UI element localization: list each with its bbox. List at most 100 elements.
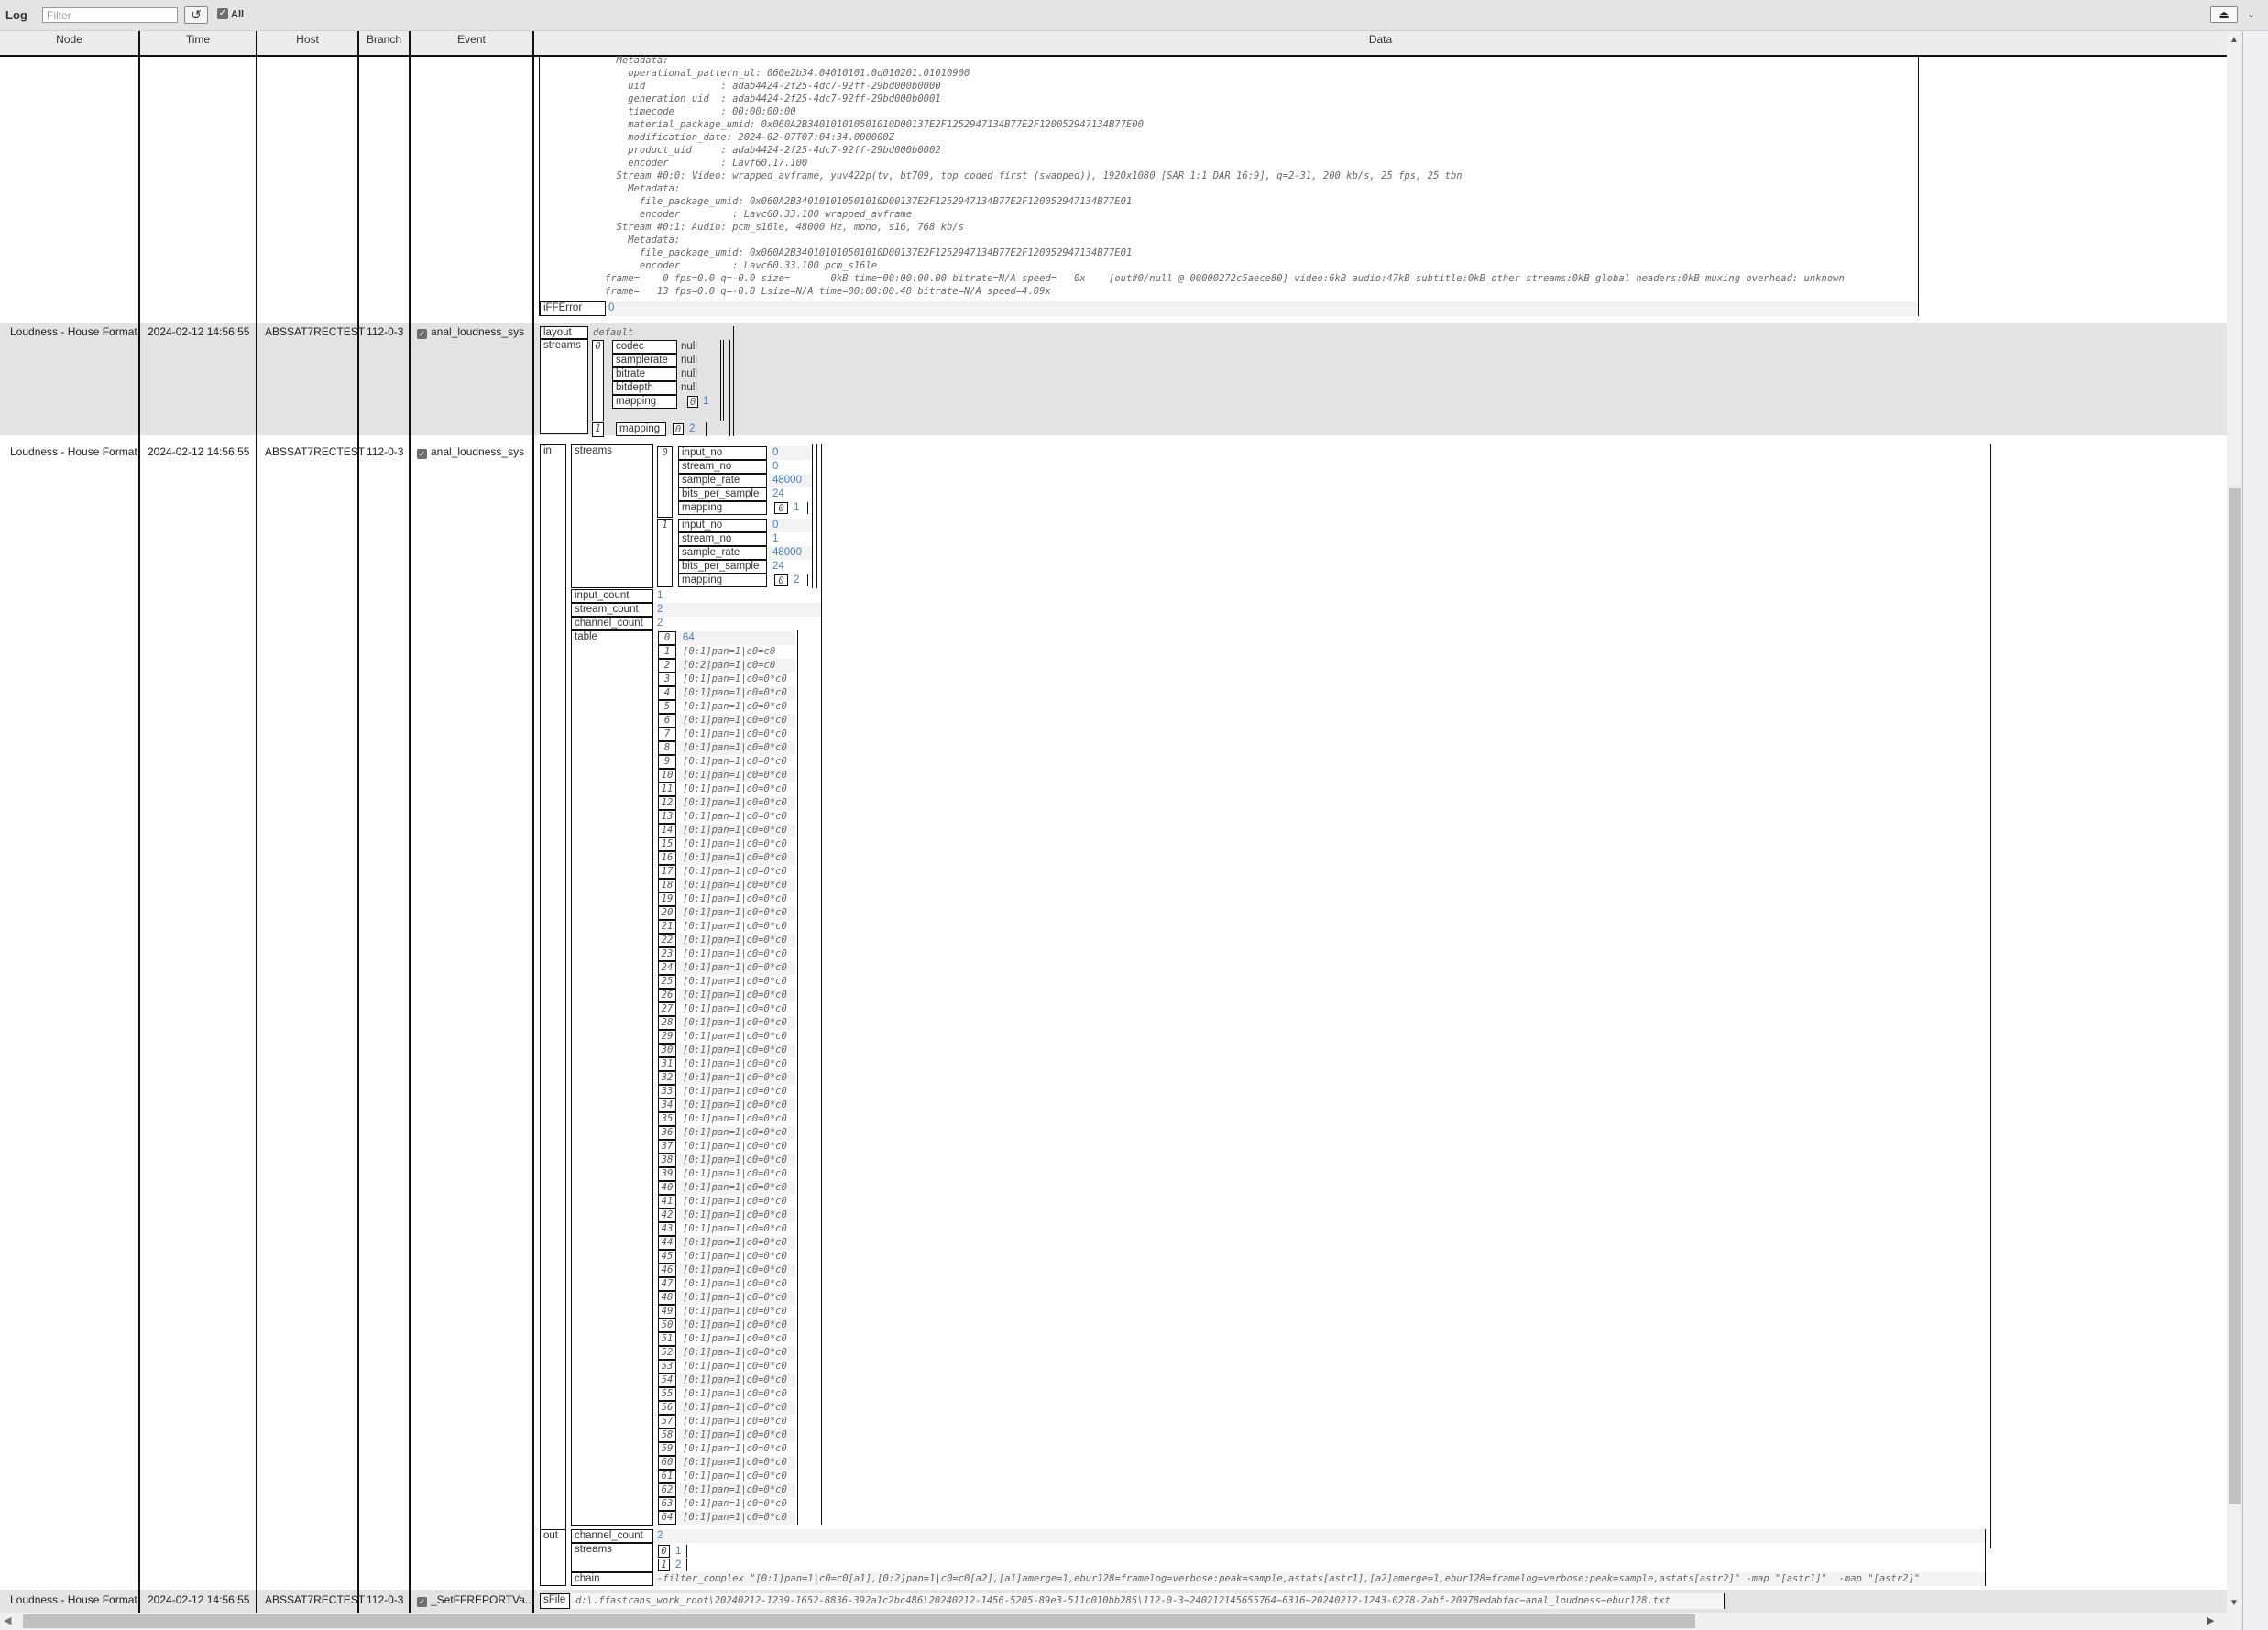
log-line: Metadata:: [605, 183, 681, 194]
event-checkbox[interactable]: ✓: [417, 1597, 427, 1607]
column-header-host[interactable]: Host: [257, 31, 359, 57]
event-cell[interactable]: ✓ anal_loudness_sys: [417, 445, 524, 459]
data-key: sample_rate: [678, 546, 767, 560]
array-index: 60: [658, 1456, 676, 1470]
array-index: 64: [658, 1511, 676, 1525]
sfile-path: d:\.ffastrans_work_root\20240212-1239-16…: [575, 1595, 1671, 1606]
chevron-down-icon[interactable]: ⌄: [2247, 8, 2255, 20]
data-key: bits_per_sample: [678, 560, 767, 574]
array-index: 35: [658, 1112, 676, 1126]
column-header-node[interactable]: Node: [0, 31, 140, 57]
array-index: 38: [658, 1154, 676, 1167]
table-value: [0:1]pan=1|c0=0*c0: [683, 852, 787, 863]
data-value: 2: [689, 423, 696, 434]
table-value: [0:1]pan=1|c0=0*c0: [683, 1402, 787, 1413]
column-divider[interactable]: [256, 57, 257, 1613]
nested-divider: [807, 502, 808, 514]
nested-divider: [807, 574, 808, 586]
branch-cell: 112-0-3: [367, 1593, 404, 1606]
table-value: [0:1]pan=1|c0=0*c0: [683, 1374, 787, 1385]
array-index: 13: [658, 810, 676, 824]
table-value: [0:1]pan=1|c0=0*c0: [683, 1031, 787, 1042]
data-value: 48000: [772, 547, 802, 558]
branch-cell: 112-0-3: [367, 445, 404, 458]
detach-button[interactable]: ⏏: [2210, 6, 2238, 23]
scroll-up-arrow-icon[interactable]: ▲: [2230, 35, 2239, 45]
log-line: timecode : 00:00:00:00: [605, 106, 796, 117]
data-value: 1: [703, 396, 709, 407]
array-index: 4: [658, 686, 676, 700]
column-header-label: Time: [185, 33, 211, 46]
array-index: 34: [658, 1099, 676, 1112]
data-key: stream_no: [678, 460, 767, 474]
column-header-time[interactable]: Time: [140, 31, 257, 57]
table-value: [0:1]pan=1|c0=0*c0: [683, 1251, 787, 1262]
column-header-data[interactable]: Data: [534, 31, 2227, 57]
data-value: null: [681, 368, 697, 379]
filter-input[interactable]: [42, 7, 178, 23]
panel-title: Log: [5, 8, 27, 22]
table-value: [0:1]pan=1|c0=0*c0: [683, 825, 787, 836]
scroll-down-arrow-icon[interactable]: ▼: [2230, 1598, 2239, 1608]
all-checkbox[interactable]: ✓: [217, 8, 228, 19]
vertical-scroll-thumb[interactable]: [2229, 488, 2241, 1504]
table-value: [0:1]pan=1|c0=0*c0: [683, 1045, 787, 1056]
log-line: generation_uid : adab4424-2f25-4dc7-92ff…: [605, 93, 941, 104]
table-value: [0:1]pan=1|c0=0*c0: [683, 1141, 787, 1152]
data-value: 48000: [772, 475, 802, 486]
host-cell: ABSSAT7RECTEST: [265, 1593, 366, 1606]
array-index: 2: [658, 659, 676, 673]
table-value: [0:1]pan=1|c0=0*c0: [683, 1264, 787, 1275]
horizontal-scrollbar[interactable]: ◀ ▶: [0, 1613, 2227, 1630]
log-line: Stream #0:0: Video: wrapped_avframe, yuv…: [605, 170, 1463, 181]
column-divider[interactable]: [138, 57, 140, 1613]
scroll-right-arrow-icon[interactable]: ▶: [2207, 1614, 2214, 1626]
log-line: file_package_umid: 0x060A2B3401010105010…: [605, 247, 1133, 258]
data-value: 0: [772, 447, 779, 458]
time-cell: 2024-02-12 14:56:55: [148, 1593, 250, 1606]
vertical-scrollbar[interactable]: ▲ ▼: [2227, 31, 2242, 1613]
table-row[interactable]: [0, 443, 2227, 1588]
table-value: [0:1]pan=1|c0=0*c0: [683, 1058, 787, 1069]
column-divider[interactable]: [357, 57, 359, 1613]
event-checkbox[interactable]: ✓: [417, 329, 427, 339]
column-divider[interactable]: [409, 57, 411, 1613]
log-line: Stream #0:1: Audio: pcm_s16le, 48000 Hz,…: [605, 222, 964, 233]
table-value: [0:1]pan=1|c0=0*c0: [683, 797, 787, 808]
column-header-branch[interactable]: Branch: [359, 31, 411, 57]
data-value: 0: [772, 520, 779, 531]
nested-divider: [812, 444, 813, 588]
column-header-label: Node: [56, 33, 82, 46]
array-index: 55: [658, 1387, 676, 1401]
data-key: sFile: [540, 1593, 570, 1609]
reset-history-button[interactable]: ↺: [184, 6, 208, 24]
table-value: [0:1]pan=1|c0=0*c0: [683, 756, 787, 767]
data-value: 1: [657, 590, 663, 601]
event-cell[interactable]: ✓ anal_loudness_sys: [417, 325, 524, 339]
array-index: 17: [658, 865, 676, 879]
table-value: [0:1]pan=1|c0=0*c0: [683, 1388, 787, 1399]
column-divider[interactable]: [532, 57, 534, 1613]
scroll-left-arrow-icon[interactable]: ◀: [4, 1614, 11, 1626]
table-value: [0:1]pan=1|c0=0*c0: [683, 1154, 787, 1165]
array-index: 0: [592, 340, 604, 421]
array-index: 25: [658, 975, 676, 989]
data-value: 24: [772, 488, 784, 499]
window-edge: [2242, 31, 2268, 1630]
event-cell[interactable]: ✓ _SetFFREPORTVa...: [417, 1593, 534, 1607]
table-value: [0:1]pan=1|c0=0*c0: [683, 1306, 787, 1317]
array-index: 27: [658, 1002, 676, 1016]
table-value: [0:1]pan=1|c0=0*c0: [683, 687, 787, 698]
data-key: sample_rate: [678, 474, 767, 487]
table-value: [0:1]pan=1|c0=0*c0: [683, 1168, 787, 1179]
all-checkbox-label[interactable]: All: [231, 9, 244, 20]
table-value: [0:1]pan=1|c0=0*c0: [683, 893, 787, 904]
nested-divider: [686, 1545, 687, 1558]
table-value: 64: [683, 632, 695, 643]
horizontal-scroll-thumb[interactable]: [23, 1614, 1695, 1628]
column-header-event[interactable]: Event: [411, 31, 534, 57]
event-checkbox[interactable]: ✓: [417, 449, 427, 459]
data-key: bitdepth: [612, 381, 677, 395]
table-row[interactable]: [0, 323, 2227, 435]
table-value: [0:1]pan=1|c0=0*c0: [683, 742, 787, 753]
